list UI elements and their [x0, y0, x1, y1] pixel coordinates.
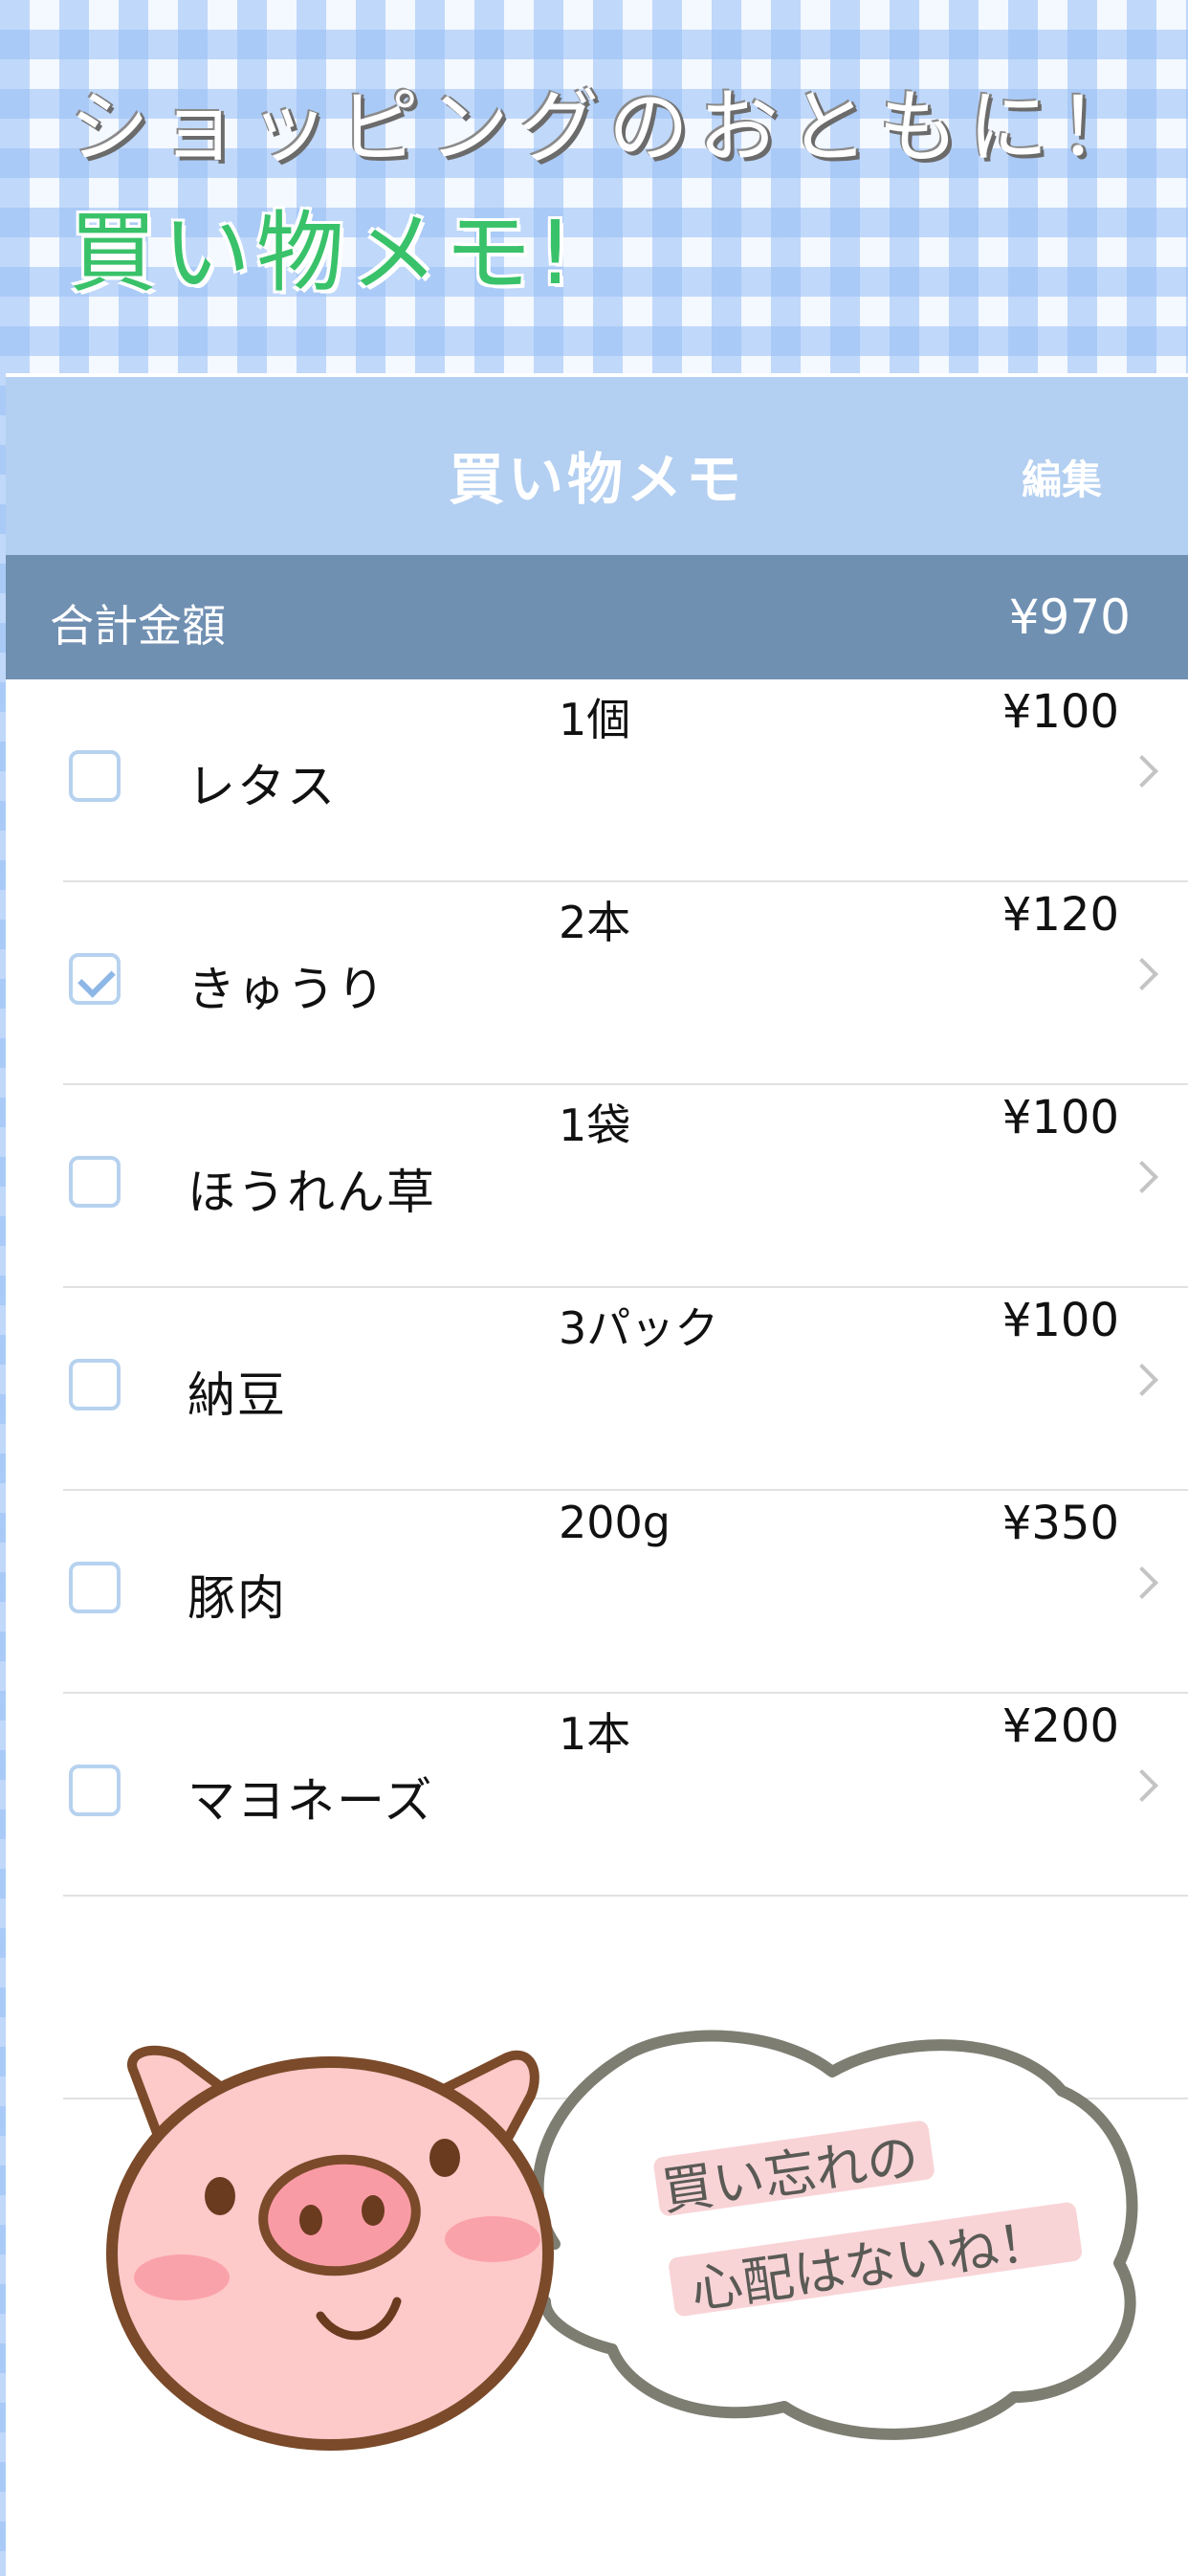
list-item[interactable]: マヨネーズ 1本 ¥200	[63, 1694, 1188, 1897]
item-price: ¥100	[1001, 685, 1119, 739]
item-quantity: 3パック	[559, 1302, 719, 1354]
chevron-right-icon	[1126, 1769, 1158, 1802]
item-quantity: 2本	[559, 897, 631, 948]
item-name: 納豆	[187, 1367, 287, 1423]
checkbox[interactable]	[69, 1765, 121, 1816]
item-price: ¥200	[1001, 1699, 1119, 1753]
chevron-right-icon	[1126, 1566, 1158, 1599]
item-name: きゅうり	[187, 962, 386, 1017]
promo-app-name: 買い物メモ!	[69, 202, 579, 304]
pig-mascot-illustration: 買い忘れの 心配はないね！	[106, 2030, 1138, 2451]
chevron-right-icon	[1126, 1161, 1158, 1193]
checkbox[interactable]	[69, 1359, 121, 1410]
chevron-right-icon	[1126, 1364, 1158, 1396]
checkmark-icon	[77, 960, 116, 998]
item-name: レタス	[187, 759, 337, 814]
list-item[interactable]: レタス 1個 ¥100	[63, 679, 1188, 882]
checkbox[interactable]	[69, 1156, 121, 1208]
list-item[interactable]: 豚肉 200g ¥350	[63, 1491, 1188, 1694]
item-name: 豚肉	[187, 1570, 287, 1626]
list-item[interactable]: 納豆 3パック ¥100	[63, 1288, 1188, 1491]
checkbox[interactable]	[69, 1562, 121, 1613]
chevron-right-icon	[1126, 958, 1158, 990]
item-price: ¥120	[1001, 888, 1119, 942]
total-amount: ¥970	[1008, 589, 1131, 645]
checkbox-checked[interactable]	[69, 953, 121, 1005]
edit-button[interactable]: 編集	[1022, 448, 1102, 506]
list-item[interactable]: きゅうり 2本 ¥120	[63, 882, 1188, 1085]
item-price: ¥100	[1001, 1091, 1119, 1144]
checkbox[interactable]	[69, 750, 121, 802]
item-name: ほうれん草	[187, 1165, 436, 1220]
item-quantity: 1個	[559, 694, 631, 745]
item-quantity: 200g	[559, 1497, 671, 1548]
item-name: マヨネーズ	[187, 1773, 434, 1829]
navigation-bar: 買い物メモ 編集	[6, 377, 1188, 555]
item-quantity: 1袋	[559, 1099, 631, 1151]
total-label: 合計金額	[50, 600, 226, 652]
page-title: 買い物メモ	[448, 447, 745, 512]
item-price: ¥350	[1001, 1497, 1119, 1550]
promo-banner: ショッピングのおともに！ 買い物メモ!	[0, 0, 1188, 373]
list-item[interactable]: ほうれん草 1袋 ¥100	[63, 1085, 1188, 1288]
total-bar: 合計金額 ¥970	[6, 555, 1188, 679]
shopping-list: レタス 1個 ¥100 きゅうり 2本 ¥120 ほうれん草 1袋 ¥100 納…	[6, 679, 1188, 2099]
item-price: ¥100	[1001, 1294, 1119, 1347]
promo-headline: ショッピングのおともに！	[69, 80, 1149, 174]
chevron-right-icon	[1126, 755, 1158, 788]
item-quantity: 1本	[559, 1708, 631, 1760]
